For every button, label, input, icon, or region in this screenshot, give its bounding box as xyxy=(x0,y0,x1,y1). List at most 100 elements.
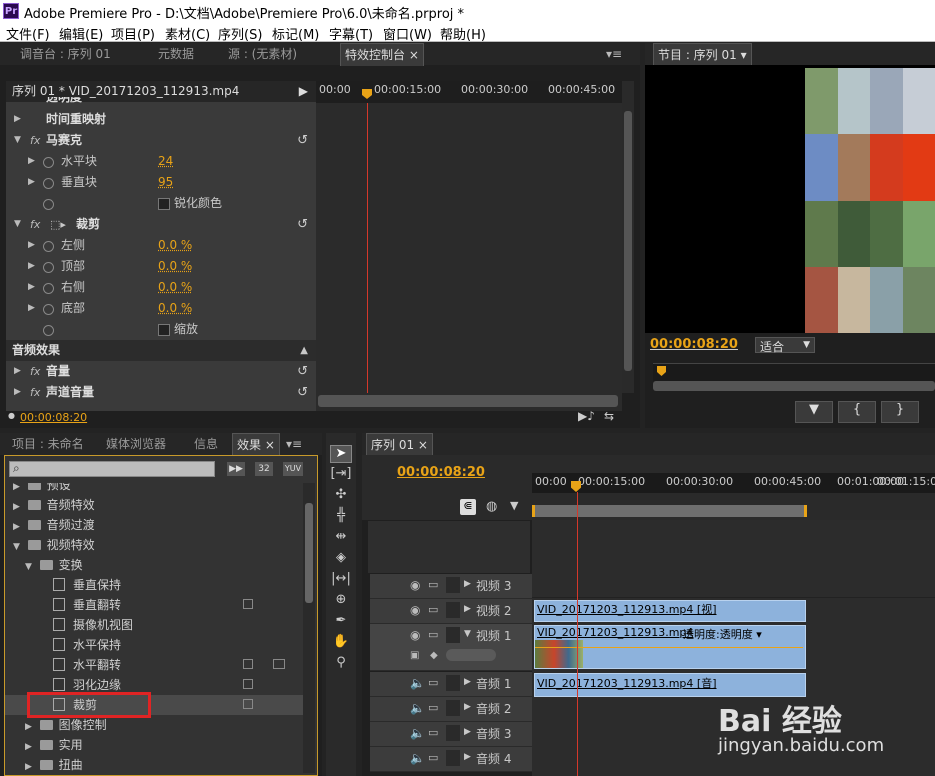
sync-lock-icon[interactable]: ▭ xyxy=(428,676,438,689)
sync-lock-icon[interactable]: ▭ xyxy=(428,628,438,641)
close-icon[interactable]: × xyxy=(265,438,275,452)
expand-triangle-icon[interactable]: ▶ xyxy=(28,151,35,172)
reset-icon[interactable]: ↺ xyxy=(297,214,308,235)
tree-item-camera-view[interactable]: 摄像机视图 xyxy=(53,615,133,635)
tree-item-presets[interactable]: ▶ 预设 xyxy=(13,483,71,495)
sync-lock-icon[interactable]: ▭ xyxy=(428,603,438,616)
stopwatch-icon[interactable] xyxy=(43,157,54,168)
channel-volume-row[interactable]: ▶ fx 声道音量 ↺ xyxy=(6,382,316,403)
mark-out-button[interactable]: } xyxy=(881,401,919,423)
pen-tool-icon[interactable]: ✒ xyxy=(330,613,352,631)
snap-icon[interactable]: ⋐ xyxy=(460,499,476,515)
tree-item-horizontal-hold[interactable]: 水平保持 xyxy=(53,635,121,655)
tree-item-vertical-flip[interactable]: 垂直翻转 xyxy=(53,595,121,615)
zoom-tool-icon[interactable]: ⚲ xyxy=(330,655,352,673)
add-marker-icon[interactable]: ▼ xyxy=(510,499,518,512)
h-blocks-value[interactable]: 24 xyxy=(158,151,173,172)
reset-icon[interactable]: ↺ xyxy=(297,361,308,382)
lock-toggle[interactable] xyxy=(446,750,460,766)
effect-timeline-area[interactable]: 00:00 00:00:15:00 00:00:30:00 00:00:45:0… xyxy=(316,81,622,411)
mark-in-button[interactable]: { xyxy=(838,401,876,423)
lock-toggle[interactable] xyxy=(446,577,460,593)
rolling-edit-tool-icon[interactable]: ╬ xyxy=(330,508,352,526)
tab-media-browser[interactable]: 媒体浏览器 xyxy=(106,433,166,455)
fx-icon[interactable]: fx xyxy=(30,130,40,151)
playhead-marker-icon[interactable] xyxy=(657,366,666,376)
effects-search-input[interactable]: ⌕ xyxy=(9,461,215,477)
effect-timecode[interactable]: 00:00:08:20 xyxy=(20,411,87,424)
tab-metadata[interactable]: 元数据 xyxy=(158,43,194,65)
slide-tool-icon[interactable]: ⊕ xyxy=(330,592,352,610)
volume-row[interactable]: ▶ fx 音量 ↺ xyxy=(6,361,316,382)
expand-triangle-icon[interactable]: ▶ xyxy=(14,361,21,382)
stopwatch-icon[interactable] xyxy=(43,241,54,252)
lock-toggle[interactable] xyxy=(446,725,460,741)
collapse-triangle-icon[interactable]: ▼ xyxy=(464,629,471,639)
speaker-icon[interactable]: 🔈 xyxy=(410,751,425,765)
program-time-ruler[interactable] xyxy=(653,363,935,381)
menu-clip[interactable]: 素材(C) xyxy=(165,24,210,43)
keyframe-icon[interactable]: ◆ xyxy=(430,650,438,661)
reset-icon[interactable]: ↺ xyxy=(297,382,308,403)
accelerated-effects-icon[interactable]: ▶▶ xyxy=(227,462,245,476)
display-style-icon[interactable]: ▣ xyxy=(410,650,419,661)
panel-menu-icon[interactable]: ▾≡ xyxy=(286,433,302,455)
tree-item-horizontal-flip[interactable]: 水平翻转 xyxy=(53,655,121,675)
tree-item-utility[interactable]: ▶ 实用 xyxy=(25,735,83,755)
menu-project[interactable]: 项目(P) xyxy=(111,24,155,43)
slip-tool-icon[interactable]: |↔| xyxy=(330,571,352,589)
opacity-dropdown[interactable]: 透明度:透明度 ▾ xyxy=(683,626,762,642)
work-area-bar[interactable] xyxy=(532,505,807,517)
yuv-effects-icon[interactable]: YUV xyxy=(283,462,303,476)
menu-marker[interactable]: 标记(M) xyxy=(272,24,319,43)
crop-transform-icon[interactable]: ⬚▸ xyxy=(50,214,66,235)
keyframe-nav[interactable] xyxy=(446,649,496,661)
crop-right-value[interactable]: 0.0 % xyxy=(158,277,192,298)
tab-effects[interactable]: 效果 × xyxy=(232,433,280,456)
timeline-ruler[interactable]: 00:00 00:00:15:00 00:00:30:00 00:00:45:0… xyxy=(532,473,935,493)
expand-triangle-icon[interactable]: ▶ xyxy=(464,752,471,762)
close-icon[interactable]: × xyxy=(409,48,419,62)
effect-time-ruler[interactable]: 00:00 00:00:15:00 00:00:30:00 00:00:45:0… xyxy=(316,81,622,103)
tree-item-audio-effects[interactable]: ▶ 音频特效 xyxy=(13,495,95,515)
speaker-icon[interactable]: 🔈 xyxy=(410,676,425,690)
expand-triangle-icon[interactable]: ▶ xyxy=(464,579,471,589)
menu-sequence[interactable]: 序列(S) xyxy=(218,24,262,43)
lock-toggle[interactable] xyxy=(446,700,460,716)
expand-triangle-icon[interactable]: ▶ xyxy=(464,727,471,737)
playhead-marker-icon[interactable] xyxy=(362,89,372,99)
expand-triangle-icon[interactable]: ▶ xyxy=(464,677,471,687)
lock-toggle[interactable] xyxy=(446,627,460,643)
play-audio-icon[interactable]: ▶♪ xyxy=(578,409,595,423)
tab-info[interactable]: 信息 xyxy=(194,433,218,455)
collapse-triangle-icon[interactable]: ▼ xyxy=(14,130,21,151)
program-video-area[interactable] xyxy=(645,65,935,333)
clip-video-2[interactable]: VID_20171203_112913.mp4 [视] xyxy=(534,600,806,622)
reset-icon[interactable]: ↺ xyxy=(297,130,308,151)
menu-window[interactable]: 窗口(W) xyxy=(383,24,432,43)
tab-program[interactable]: 节目 : 序列 01 ▾ xyxy=(653,43,752,66)
zoom-checkbox[interactable] xyxy=(158,324,170,336)
tree-item-vertical-hold[interactable]: 垂直保持 xyxy=(53,575,121,595)
selection-tool-icon[interactable]: ➤ xyxy=(330,445,352,463)
crop-row[interactable]: ▼ fx ⬚▸ 裁剪 ↺ xyxy=(6,214,316,235)
expand-triangle-icon[interactable]: ▶ xyxy=(464,604,471,614)
razor-tool-icon[interactable]: ◈ xyxy=(330,550,352,568)
playhead-marker-icon[interactable] xyxy=(571,481,581,492)
lock-toggle[interactable] xyxy=(446,675,460,691)
stopwatch-icon[interactable] xyxy=(43,262,54,273)
track-v3-lane[interactable] xyxy=(532,574,935,598)
set-encore-marker-icon[interactable]: ◍ xyxy=(486,499,497,514)
program-zoom-bar[interactable] xyxy=(653,381,935,391)
v-blocks-value[interactable]: 95 xyxy=(158,172,173,193)
opacity-line[interactable] xyxy=(535,647,803,648)
stopwatch-icon[interactable] xyxy=(43,304,54,315)
sync-lock-icon[interactable]: ▭ xyxy=(428,701,438,714)
tab-audio-mixer[interactable]: 调音台 : 序列 01 xyxy=(20,43,111,65)
panel-menu-icon[interactable]: ▾≡ xyxy=(606,43,622,65)
fit-dropdown[interactable]: 适合 ▼ xyxy=(755,337,815,354)
expand-triangle-icon[interactable]: ▶ xyxy=(28,235,35,256)
close-icon[interactable]: × xyxy=(418,438,428,452)
expand-triangle-icon[interactable]: ▶ xyxy=(28,172,35,193)
expand-triangle-icon[interactable]: ▶ xyxy=(28,277,35,298)
